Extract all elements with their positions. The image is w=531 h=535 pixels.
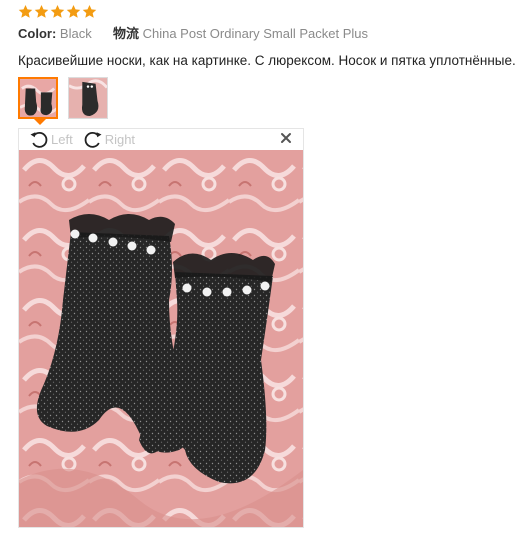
star-icon	[82, 4, 97, 19]
rotate-left-label: Left	[51, 131, 73, 147]
star-rating	[18, 4, 97, 20]
order-info: Color: Black 物流 China Post Ordinary Smal…	[18, 26, 368, 42]
rotate-right-label: Right	[104, 131, 136, 147]
socks-photo-thumbnail	[20, 79, 56, 117]
review-item: Color: Black 物流 China Post Ordinary Smal…	[0, 0, 531, 535]
rotate-left-icon	[29, 129, 49, 149]
rotate-left-button[interactable]: Left	[29, 129, 73, 149]
color-value: Black	[59, 26, 92, 41]
photo-thumbnails	[18, 77, 108, 119]
viewer-toolbar: Left Right	[19, 129, 303, 149]
photo-viewer: Left Right	[18, 128, 304, 528]
photo-thumbnail[interactable]	[18, 77, 58, 119]
star-icon	[34, 4, 49, 19]
rotate-right-icon	[83, 129, 103, 149]
star-icon	[66, 4, 81, 19]
socks-photo-thumbnail	[69, 78, 107, 118]
star-icon	[18, 4, 33, 19]
review-photo	[19, 150, 303, 527]
shipping-label: 物流	[112, 26, 139, 41]
color-label: Color:	[18, 26, 57, 41]
close-icon	[281, 133, 291, 143]
review-text: Красивейшие носки, как на картинке. С лю…	[18, 53, 516, 68]
rotate-right-button[interactable]: Right	[83, 129, 135, 149]
shipping-value: China Post Ordinary Small Packet Plus	[142, 26, 369, 41]
socks-photo	[19, 150, 303, 527]
photo-thumbnail[interactable]	[68, 77, 108, 119]
star-icon	[50, 4, 65, 19]
active-thumbnail-indicator	[34, 119, 46, 125]
close-viewer-button[interactable]	[279, 131, 293, 145]
